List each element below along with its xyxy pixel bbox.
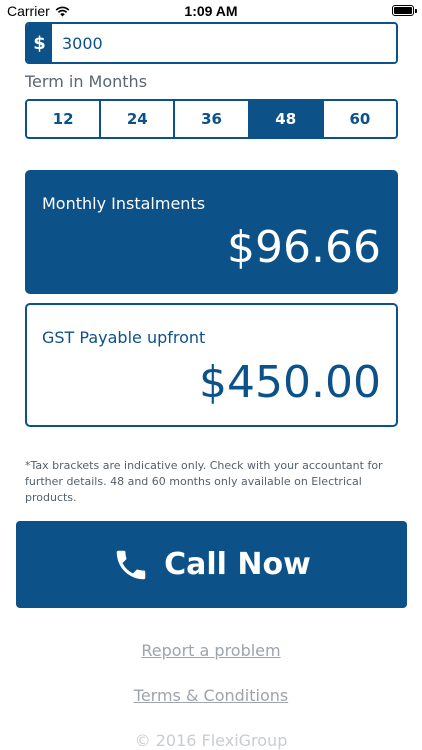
- term-label: Term in Months: [25, 72, 148, 91]
- loan-amount-field: $: [25, 22, 398, 64]
- report-problem-link[interactable]: Report a problem: [0, 641, 422, 660]
- currency-symbol: $: [27, 24, 52, 62]
- term-selector: 12 24 36 48 60: [25, 99, 398, 139]
- monthly-instalments-value: $96.66: [227, 222, 381, 273]
- term-option-60[interactable]: 60: [323, 101, 396, 137]
- monthly-instalments-label: Monthly Instalments: [42, 194, 206, 213]
- gst-payable-card: GST Payable upfront $450.00: [25, 303, 398, 427]
- gst-payable-value: $450.00: [199, 357, 381, 408]
- term-option-36[interactable]: 36: [175, 101, 250, 137]
- call-now-button[interactable]: Call Now: [16, 521, 407, 608]
- loan-amount-input[interactable]: [52, 24, 396, 62]
- call-now-label: Call Now: [164, 547, 311, 582]
- gst-payable-label: GST Payable upfront: [42, 328, 206, 347]
- battery-icon: [392, 5, 417, 16]
- terms-conditions-link[interactable]: Terms & Conditions: [0, 686, 422, 705]
- term-option-48[interactable]: 48: [249, 101, 324, 137]
- phone-icon: [116, 550, 146, 579]
- term-option-12[interactable]: 12: [27, 101, 102, 137]
- disclaimer-text: *Tax brackets are indicative only. Check…: [25, 459, 383, 504]
- copyright-text: © 2016 FlexiGroup: [134, 731, 288, 750]
- status-time: 1:09 AM: [184, 3, 238, 19]
- status-bar: Carrier 1:09 AM: [0, 0, 422, 22]
- term-option-24[interactable]: 24: [101, 101, 176, 137]
- monthly-instalments-card: Monthly Instalments $96.66: [25, 170, 398, 294]
